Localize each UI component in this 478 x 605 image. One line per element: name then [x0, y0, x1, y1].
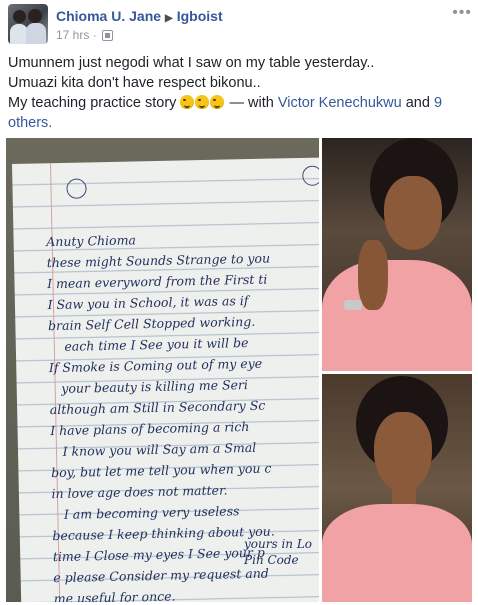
others-link[interactable]: others. — [8, 115, 52, 131]
author-avatar[interactable] — [8, 4, 48, 44]
others-count-link[interactable]: 9 — [434, 95, 442, 111]
post-time[interactable]: 17 hrs — [56, 28, 89, 42]
tagged-person-link[interactable]: Victor Kenechukwu — [278, 95, 402, 111]
post-line-2: Umuazi kita don't have respect bikonu.. — [8, 75, 261, 91]
signature-line: yours in Lo — [244, 537, 313, 551]
post-meta: 17 hrs · — [56, 28, 114, 42]
smirk-emoji-icon — [210, 95, 225, 109]
heart-doodle-icon — [66, 178, 87, 199]
post-line-3-text: My teaching practice story — [8, 95, 177, 111]
author-name[interactable]: Chioma U. Jane — [56, 8, 161, 24]
heart-doodle-icon — [302, 165, 319, 186]
and-text: and — [401, 95, 434, 111]
selfie-photo-top[interactable] — [322, 138, 472, 371]
shared-to-arrow-icon: ▶ — [165, 13, 173, 24]
audience-icon[interactable] — [102, 30, 114, 42]
post-text: Umunnem just negodi what I saw on my tab… — [8, 53, 474, 133]
post-line-1: Umunnem just negodi what I saw on my tab… — [8, 55, 375, 71]
group-name[interactable]: Igboist — [177, 8, 223, 24]
selfie-photo-bottom[interactable] — [322, 374, 472, 602]
signature-line: Pin Code — [244, 553, 299, 567]
smirk-emoji-icon — [180, 95, 195, 109]
post-header: Chioma U. Jane ▶ Igboist 17 hrs · ••• — [8, 4, 472, 44]
author-line: Chioma U. Jane ▶ Igboist — [56, 8, 223, 24]
post-line-3: My teaching practice story — with Victor… — [8, 93, 474, 113]
more-dots-icon[interactable]: ••• — [452, 4, 472, 22]
smirk-emoji-icon — [195, 95, 210, 109]
letter-photo[interactable]: Anuty Chioma these might Sounds Strange t… — [6, 138, 319, 602]
post-line-4: others. — [8, 113, 474, 133]
letter-signature: yours in Lo Pin Code — [244, 536, 312, 568]
tagged-prefix: — with — [225, 95, 278, 111]
